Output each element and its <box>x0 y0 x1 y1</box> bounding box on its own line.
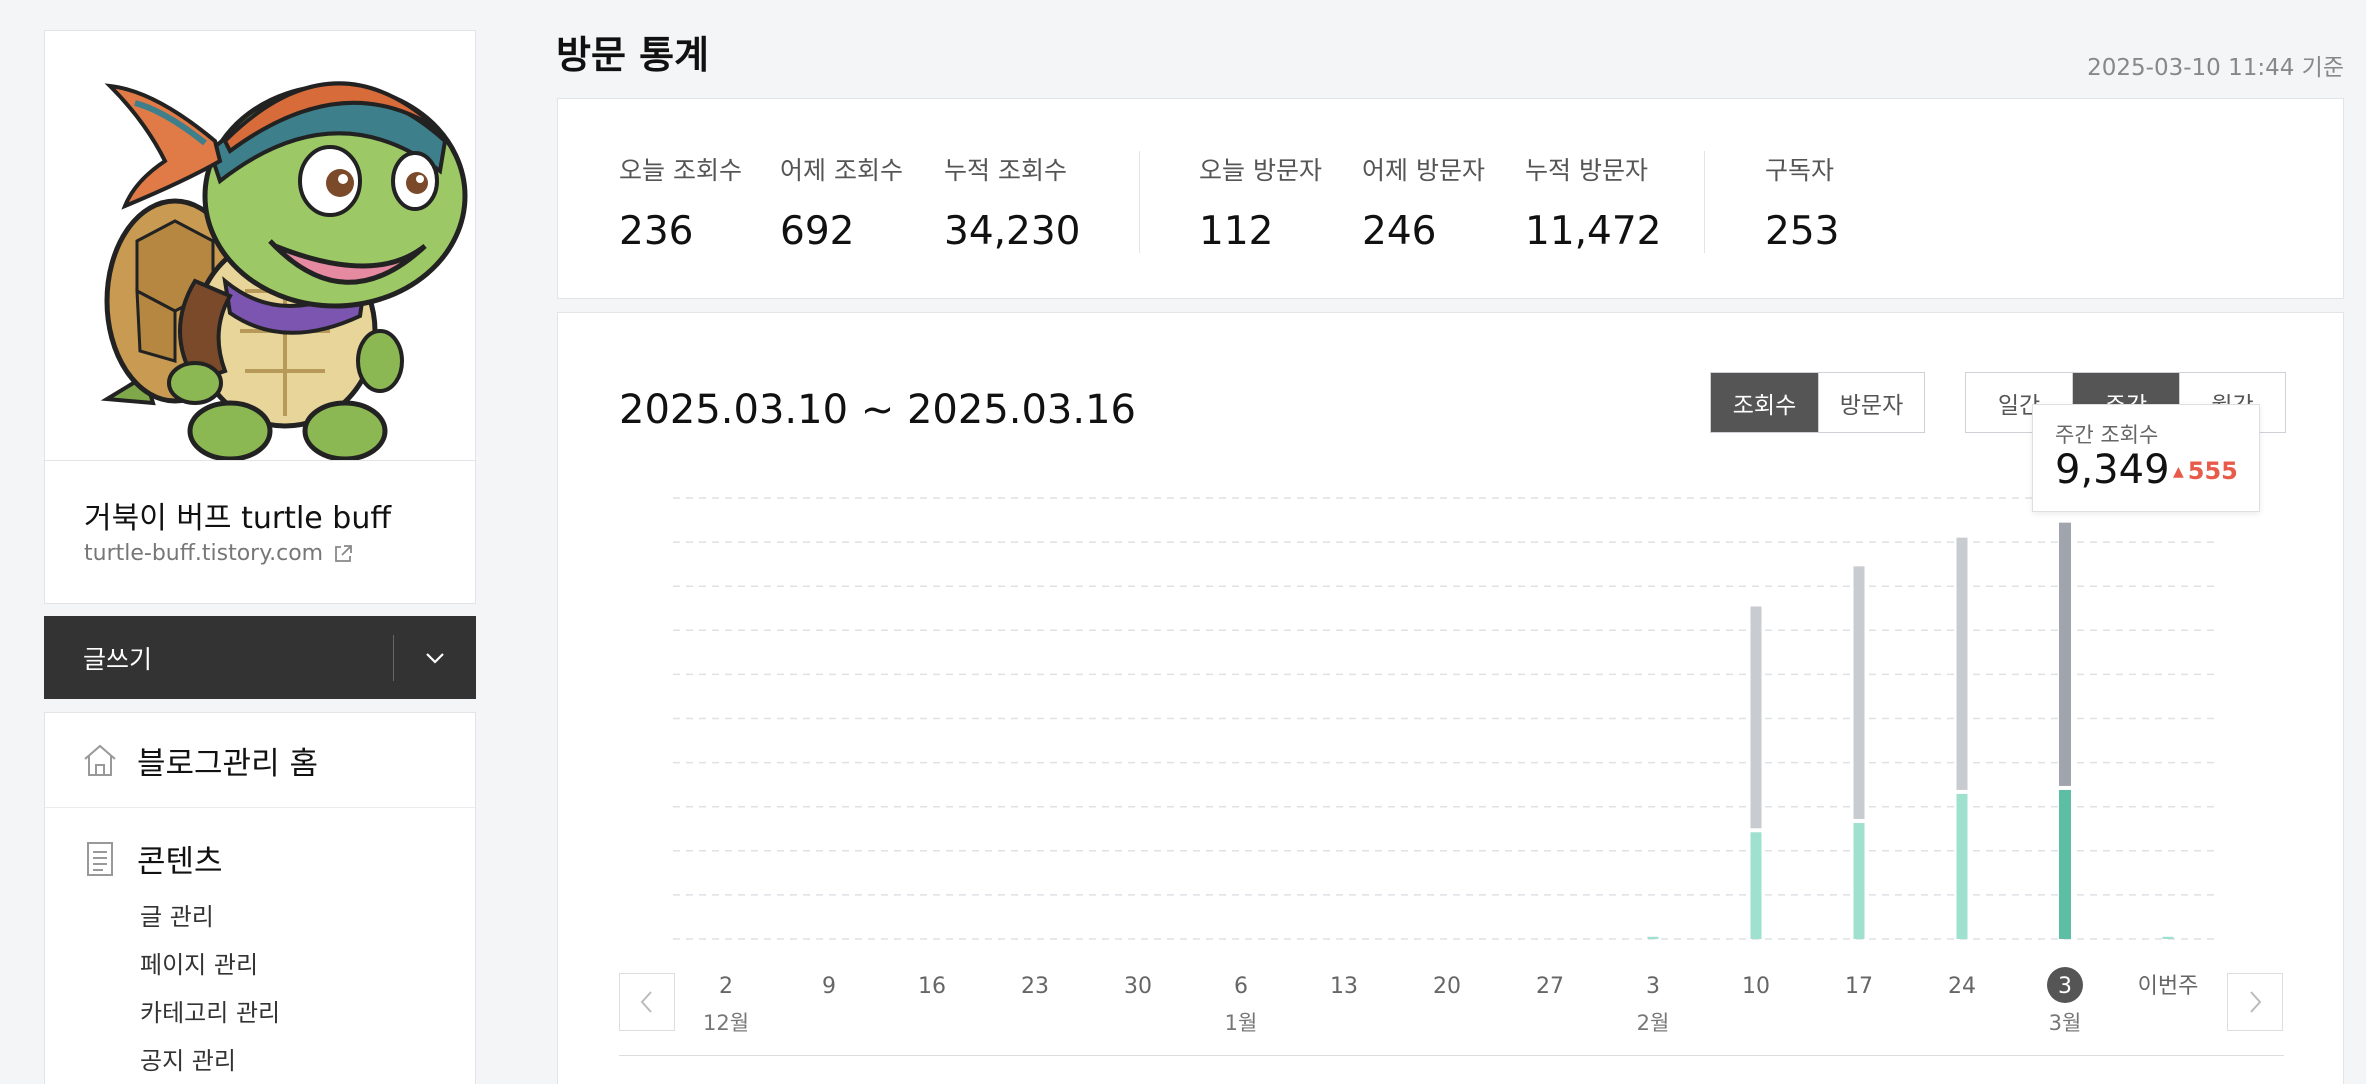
stat-label: 어제 조회수 <box>780 156 903 185</box>
stat-value: 112 <box>1199 209 1274 254</box>
x-tick-label: 27 <box>1536 974 1564 999</box>
bar-segment-views <box>2059 522 2071 786</box>
tooltip-delta: ▲ 555 <box>2173 457 2238 485</box>
bar-segment-views <box>1750 606 1762 829</box>
bar-segment-visitors <box>1647 936 1659 939</box>
chart-prev-button[interactable] <box>619 973 675 1031</box>
x-tick-label: 2 <box>719 974 733 999</box>
x-tick-label: 16 <box>918 974 946 999</box>
blog-name: 거북이 버프 turtle buff <box>84 501 391 536</box>
tooltip-value: 9,349 <box>2055 447 2170 493</box>
stat-value: 253 <box>1765 209 1840 254</box>
stat-yesterday-visitors: 어제 방문자 246 <box>1362 151 1485 254</box>
stat-label: 오늘 조회수 <box>619 156 742 185</box>
blog-url-link[interactable]: turtle-buff.tistory.com <box>84 541 355 566</box>
bar-segment-views <box>1853 566 1865 820</box>
tooltip-label: 주간 조회수 <box>2055 423 2159 447</box>
bar-segment-visitors <box>2162 936 2174 939</box>
x-tick-label: 17 <box>1845 974 1873 999</box>
x-tick-label: 24 <box>1948 974 1976 999</box>
chevron-right-icon <box>2250 991 2262 1013</box>
document-icon <box>87 841 113 876</box>
page-title: 방문 통계 <box>556 33 710 77</box>
sidebar-item-content[interactable]: 콘텐츠 <box>45 836 475 881</box>
timestamp: 2025-03-10 11:44 기준 <box>2087 55 2344 81</box>
stat-today-visitors: 오늘 방문자 112 <box>1199 151 1322 254</box>
chart-tooltip: 주간 조회수 9,349 ▲ 555 <box>2032 404 2260 512</box>
x-tick-label: 9 <box>822 974 836 999</box>
avatar[interactable] <box>45 31 475 461</box>
sidebar-item-home[interactable]: 블로그관리 홈 <box>45 713 475 808</box>
turtle-illustration <box>45 31 475 460</box>
stat-today-views: 오늘 조회수 236 <box>619 151 742 254</box>
chevron-down-icon <box>426 652 444 664</box>
stat-total-visitors: 누적 방문자 11,472 <box>1525 151 1661 254</box>
blog-url-text: turtle-buff.tistory.com <box>84 541 324 566</box>
sidebar-menu: 블로그관리 홈 콘텐츠 글 관리 페이지 관리 카테고리 관리 공지 관리 <box>44 712 476 1084</box>
submenu-item-pages[interactable]: 페이지 관리 <box>140 941 475 989</box>
sidebar-item-home-label: 블로그관리 홈 <box>137 745 318 782</box>
content-submenu: 글 관리 페이지 관리 카테고리 관리 공지 관리 <box>45 893 475 1084</box>
stat-divider <box>1139 151 1140 253</box>
stats-summary: 오늘 조회수 236 어제 조회수 692 누적 조회수 34,230 오늘 방… <box>557 98 2344 299</box>
stat-label: 누적 조회수 <box>944 156 1067 185</box>
profile-card: 거북이 버프 turtle buff turtle-buff.tistory.c… <box>44 30 476 604</box>
stat-value: 34,230 <box>944 209 1081 254</box>
chart-next-button[interactable] <box>2227 973 2283 1031</box>
stat-yesterday-views: 어제 조회수 692 <box>780 151 903 254</box>
write-dropdown-button[interactable] <box>394 616 476 699</box>
stat-divider <box>1704 151 1705 253</box>
x-tick-label: 6 <box>1234 974 1248 999</box>
x-tick-label: 3 <box>2058 974 2072 999</box>
stat-value: 11,472 <box>1525 209 1662 254</box>
stat-value: 692 <box>780 209 855 254</box>
chart-card: 2025.03.10 ~ 2025.03.16 조회수 방문자 일간 주간 월간… <box>557 312 2344 1084</box>
stat-value: 246 <box>1362 209 1437 254</box>
arrow-up-icon: ▲ <box>2173 464 2184 480</box>
stat-value: 236 <box>619 209 694 254</box>
x-tick-label: 3 <box>1646 974 1660 999</box>
stat-subscribers: 구독자 253 <box>1765 151 1839 254</box>
stat-label: 오늘 방문자 <box>1199 156 1322 185</box>
x-tick-label: 30 <box>1124 974 1152 999</box>
write-bar: 글쓰기 <box>44 616 476 699</box>
month-label: 1월 <box>1225 1011 1258 1035</box>
month-label: 12월 <box>703 1011 749 1035</box>
bar-segment-views <box>1956 537 1968 790</box>
month-label: 2월 <box>1637 1011 1670 1035</box>
write-button[interactable]: 글쓰기 <box>44 616 393 699</box>
bar-segment-visitors <box>1750 832 1762 939</box>
x-tick-label: 10 <box>1742 974 1770 999</box>
month-label: 3월 <box>2049 1011 2082 1035</box>
sidebar-item-content-label: 콘텐츠 <box>137 844 223 880</box>
submenu-item-categories[interactable]: 카테고리 관리 <box>140 989 475 1037</box>
chevron-left-icon <box>640 991 652 1013</box>
stat-label: 누적 방문자 <box>1525 156 1648 185</box>
bar-segment-visitors <box>2059 789 2071 939</box>
bar-segment-visitors <box>1956 793 1968 939</box>
x-tick-label: 13 <box>1330 974 1358 999</box>
stat-total-views: 누적 조회수 34,230 <box>944 151 1080 254</box>
tooltip-delta-value: 555 <box>2187 457 2238 485</box>
home-icon <box>84 744 116 776</box>
stat-label: 어제 방문자 <box>1362 156 1485 185</box>
submenu-item-posts[interactable]: 글 관리 <box>140 893 475 941</box>
x-tick-label: 이번주 <box>2138 974 2199 999</box>
bar-segment-visitors <box>1853 823 1865 939</box>
x-tick-label: 23 <box>1021 974 1049 999</box>
x-tick-label: 20 <box>1433 974 1461 999</box>
stat-label: 구독자 <box>1765 156 1835 185</box>
external-link-icon <box>335 544 352 562</box>
chart-bottom-divider <box>619 1055 2284 1056</box>
submenu-item-notices[interactable]: 공지 관리 <box>140 1037 475 1084</box>
